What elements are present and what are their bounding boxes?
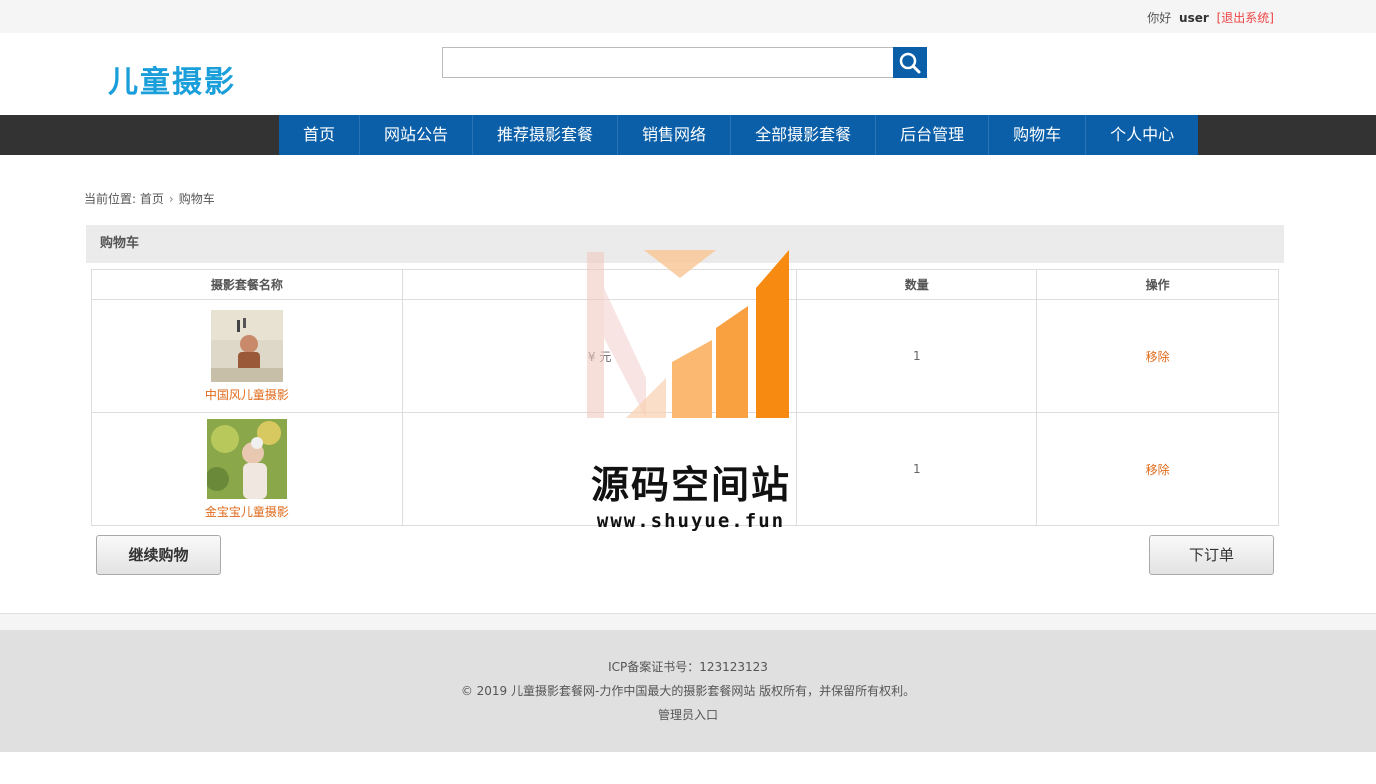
table-row: 中国风儿童摄影 ¥ 元 1 移除 bbox=[91, 299, 1279, 413]
table-row: 金宝宝儿童摄影 1 移除 bbox=[91, 412, 1279, 526]
greeting-text: 你好 bbox=[1147, 11, 1172, 25]
site-logo[interactable]: 儿童摄影 bbox=[108, 57, 236, 101]
nav-item-all-packages[interactable]: 全部摄影套餐 bbox=[731, 115, 877, 155]
search-bar bbox=[442, 47, 927, 78]
price-cell: ¥ 元 bbox=[401, 299, 798, 413]
price-cell bbox=[401, 412, 798, 526]
product-cell: 中国风儿童摄影 bbox=[91, 299, 403, 413]
product-image[interactable] bbox=[210, 309, 283, 382]
cart-table: 摄影套餐名称 数量 操作 中国风儿童摄影 ¥ 元 1 移除 金宝宝儿童摄影 1 … bbox=[91, 269, 1279, 526]
column-header-quantity: 数量 bbox=[796, 269, 1038, 300]
continue-shopping-button[interactable]: 继续购物 bbox=[96, 535, 221, 575]
table-header-row: 摄影套餐名称 数量 操作 bbox=[91, 269, 1279, 300]
nav-item-admin[interactable]: 后台管理 bbox=[876, 115, 990, 155]
action-cell: 移除 bbox=[1036, 299, 1279, 413]
product-cell: 金宝宝儿童摄影 bbox=[91, 412, 403, 526]
header: 儿童摄影 bbox=[0, 33, 1376, 115]
chevron-right-icon: › bbox=[168, 192, 174, 206]
cart-header: 购物车 bbox=[86, 225, 1284, 263]
nav-item-recommended[interactable]: 推荐摄影套餐 bbox=[473, 115, 619, 155]
nav-item-cart[interactable]: 购物车 bbox=[989, 115, 1087, 155]
footer: ICP备案证书号：123123123 © 2019 儿童摄影套餐网-力作中国最大… bbox=[0, 630, 1376, 752]
username: user bbox=[1179, 11, 1209, 25]
product-name-link[interactable]: 中国风儿童摄影 bbox=[205, 388, 289, 402]
search-icon bbox=[899, 52, 921, 74]
column-header-price bbox=[401, 269, 798, 300]
top-bar: 你好 user [退出系统] bbox=[0, 0, 1376, 33]
product-name-link[interactable]: 金宝宝儿童摄影 bbox=[205, 505, 289, 519]
nav-item-announcements[interactable]: 网站公告 bbox=[360, 115, 474, 155]
product-image[interactable] bbox=[206, 418, 287, 499]
search-button[interactable] bbox=[893, 47, 927, 78]
remove-link[interactable]: 移除 bbox=[1146, 463, 1170, 477]
column-header-name: 摄影套餐名称 bbox=[91, 269, 403, 300]
footer-copyright: © 2019 儿童摄影套餐网-力作中国最大的摄影套餐网站 版权所有，并保留所有权… bbox=[460, 684, 916, 698]
footer-icp: ICP备案证书号：123123123 bbox=[608, 660, 768, 674]
breadcrumb-prefix: 当前位置: bbox=[84, 192, 137, 206]
breadcrumb-home[interactable]: 首页 bbox=[140, 192, 164, 206]
admin-entry-link[interactable]: 管理员入口 bbox=[0, 703, 1376, 727]
user-area: 你好 user [退出系统] bbox=[1147, 9, 1274, 26]
breadcrumb: 当前位置: 首页 › 购物车 bbox=[84, 190, 215, 207]
search-input[interactable] bbox=[442, 47, 894, 78]
nav-item-profile[interactable]: 个人中心 bbox=[1086, 115, 1198, 155]
remove-link[interactable]: 移除 bbox=[1146, 350, 1170, 364]
column-header-action: 操作 bbox=[1036, 269, 1279, 300]
breadcrumb-current: 购物车 bbox=[178, 192, 215, 206]
action-cell: 移除 bbox=[1036, 412, 1279, 526]
nav-item-home[interactable]: 首页 bbox=[279, 115, 361, 155]
nav-item-sales-network[interactable]: 销售网络 bbox=[618, 115, 732, 155]
logout-link[interactable]: [退出系统] bbox=[1217, 11, 1274, 25]
footer-divider bbox=[0, 613, 1376, 630]
place-order-button[interactable]: 下订单 bbox=[1149, 535, 1274, 575]
quantity-cell: 1 bbox=[796, 412, 1038, 526]
quantity-cell: 1 bbox=[796, 299, 1038, 413]
main-nav: 首页 网站公告 推荐摄影套餐 销售网络 全部摄影套餐 后台管理 购物车 个人中心 bbox=[0, 115, 1376, 155]
